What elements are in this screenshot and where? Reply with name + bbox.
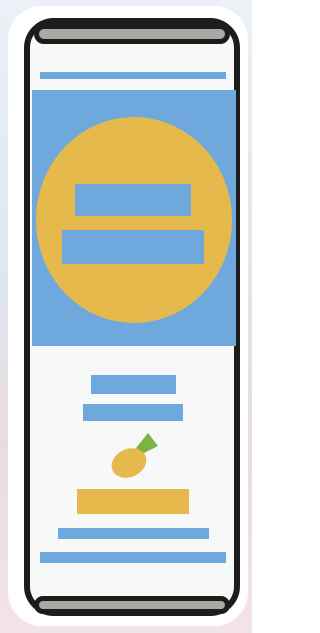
label-top-stripe <box>40 72 226 79</box>
sticker-canvas <box>0 0 252 633</box>
info-gold-block <box>77 489 189 514</box>
info-placeholder-line-1 <box>58 528 209 539</box>
info-placeholder-line-2 <box>40 552 226 563</box>
fruit-icon <box>111 433 158 478</box>
label-gold-circle <box>36 117 232 323</box>
flavor-placeholder-line-1 <box>91 375 176 394</box>
can-bottom-rim <box>34 596 230 614</box>
can-top-rim <box>34 24 230 44</box>
brand-name-placeholder-line-1 <box>75 184 191 216</box>
brand-name-placeholder-line-2 <box>62 230 204 264</box>
flavor-placeholder-line-2 <box>83 404 183 421</box>
